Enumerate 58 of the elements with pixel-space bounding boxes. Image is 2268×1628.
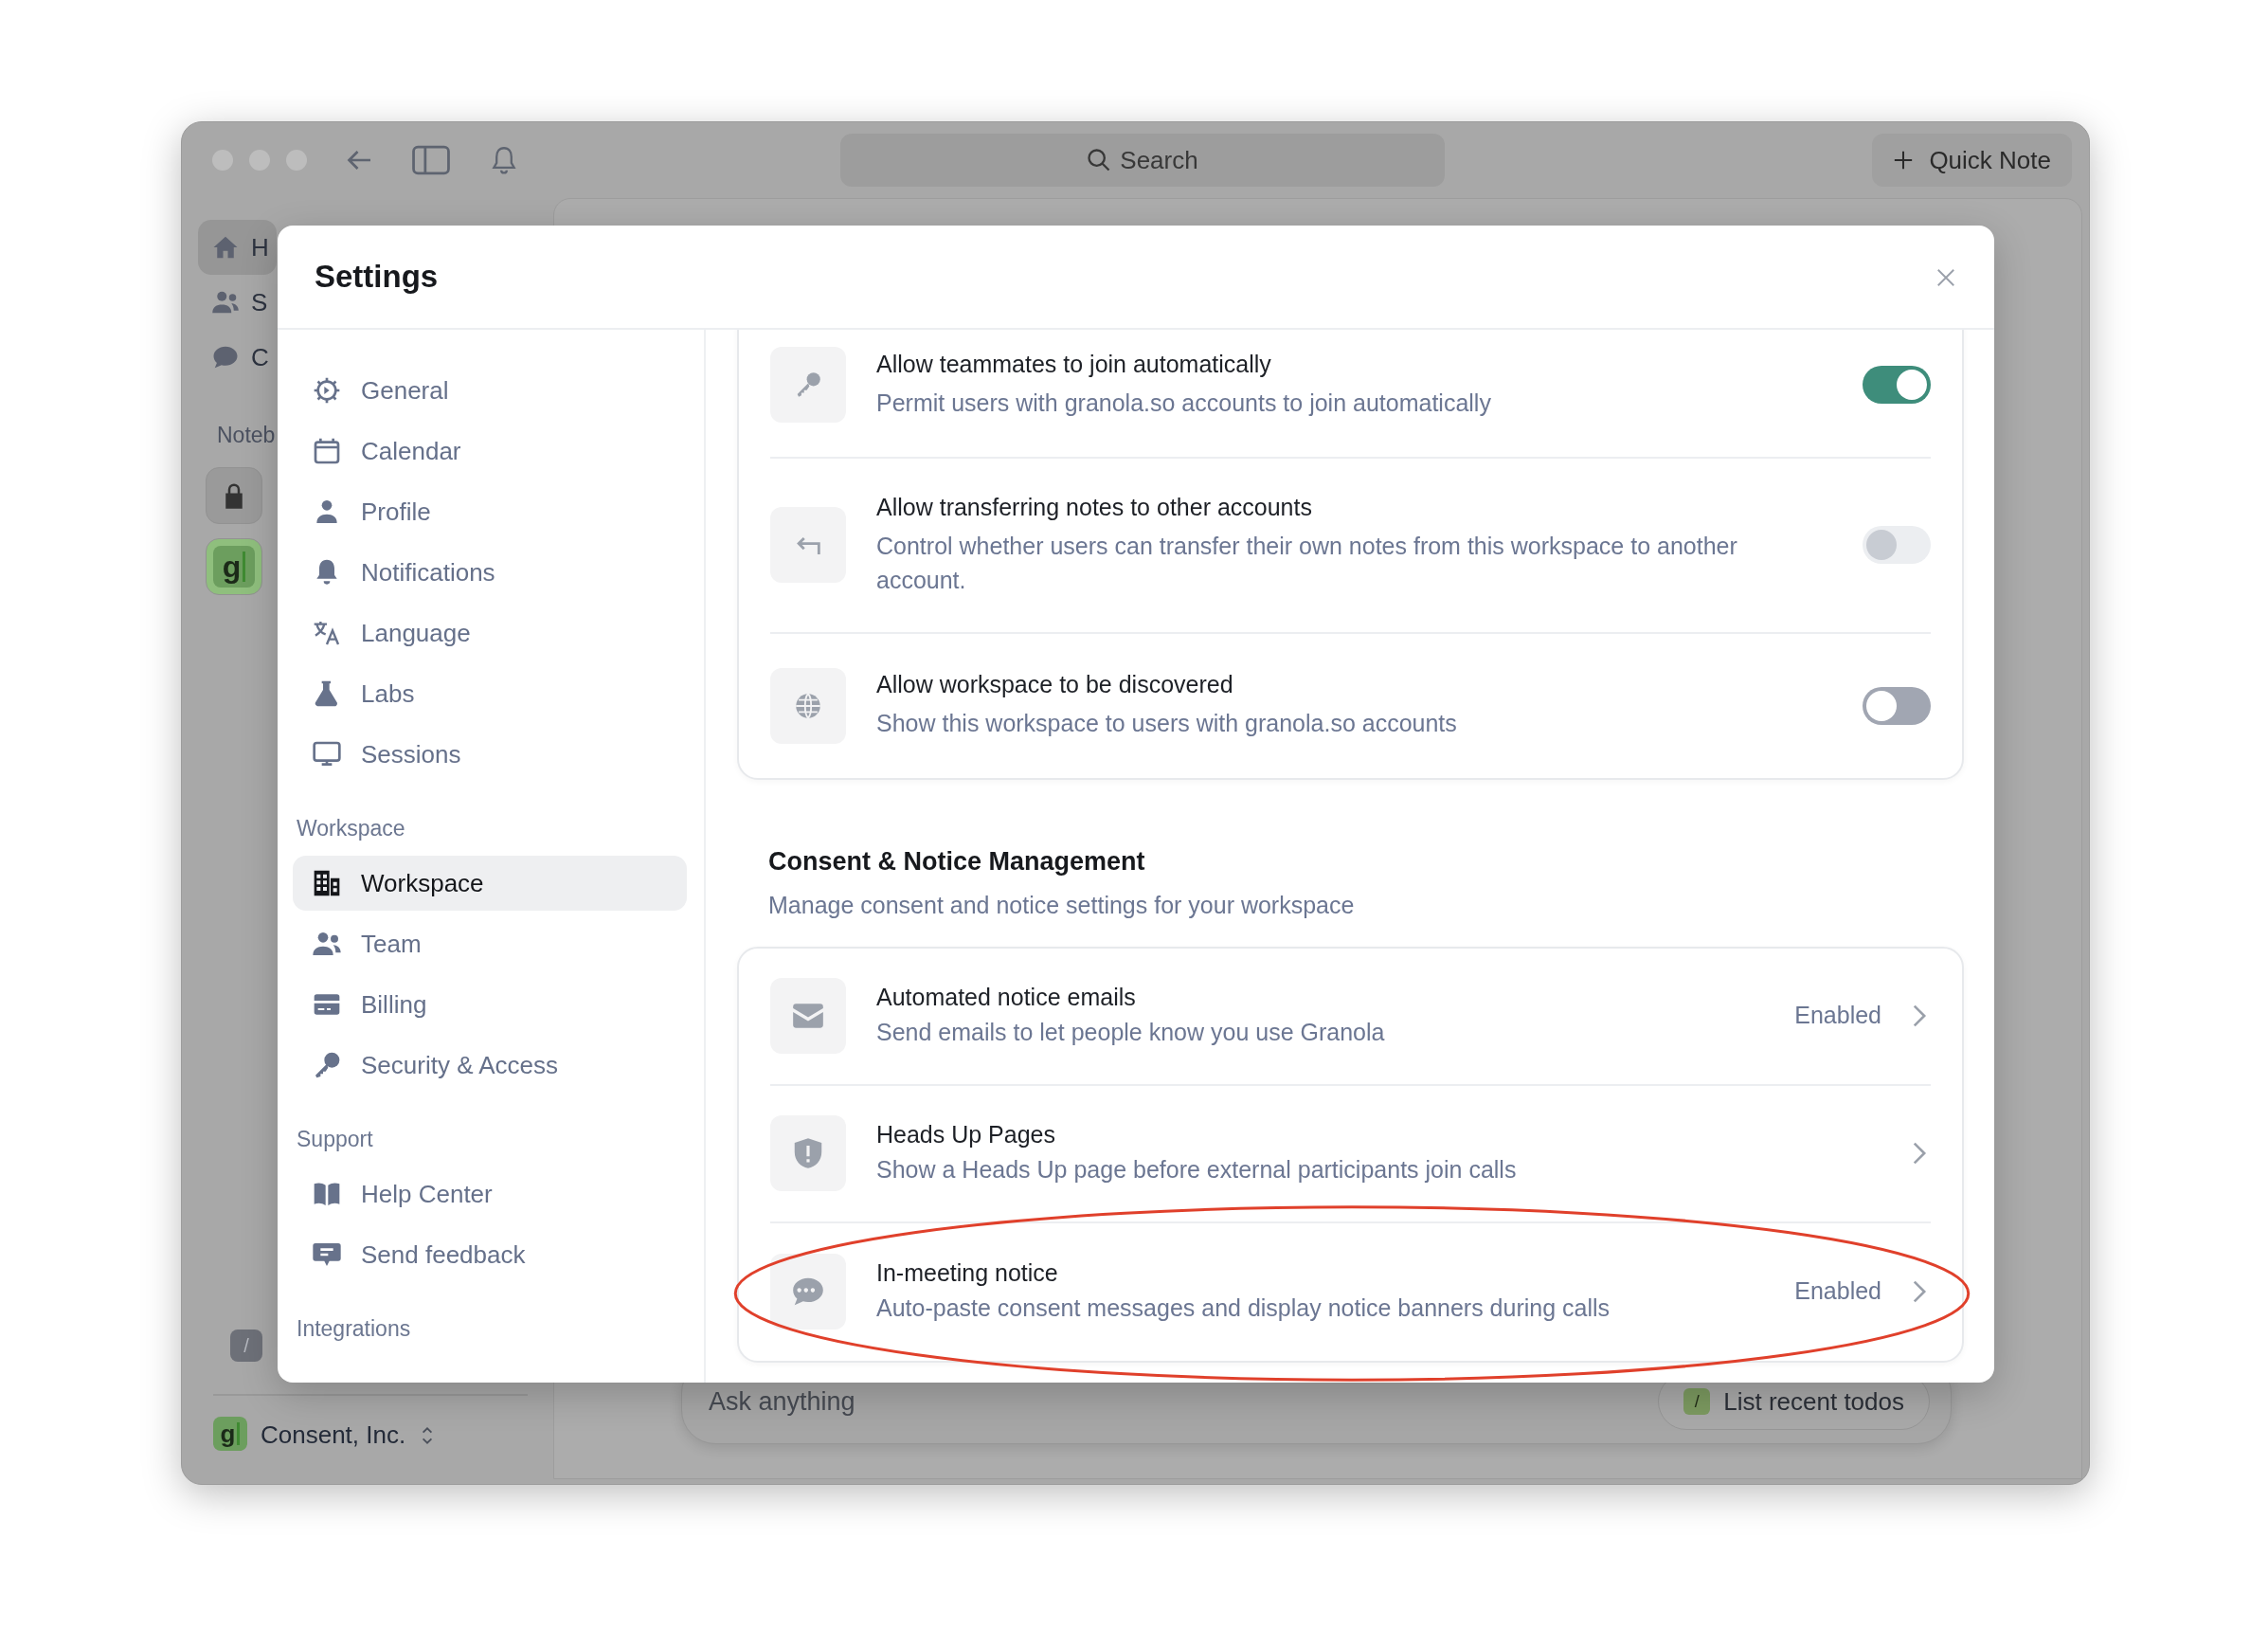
nav-item[interactable]: Labs — [293, 666, 687, 721]
nav-item[interactable]: Language — [293, 606, 687, 660]
section-heading: Noteb — [217, 422, 276, 449]
workspace-switcher[interactable]: Consent, Inc. — [261, 1417, 435, 1454]
search-bar[interactable]: Search — [839, 134, 1445, 187]
nav-item[interactable]: General — [293, 363, 687, 418]
setting-title: Allow workspace to be discovered — [876, 670, 1234, 699]
toggle-switch[interactable] — [1863, 366, 1931, 404]
setting-description: Show a Heads Up page before external participants join calls — [876, 1154, 1518, 1185]
close-icon — [1935, 266, 1956, 288]
toggle-switch[interactable] — [1863, 686, 1931, 725]
nav-item[interactable]: Security & Access — [293, 1038, 687, 1093]
setting-description: Send emails to let people know you use Granola — [876, 1017, 1386, 1047]
dialog-title: Settings — [315, 258, 439, 296]
chevron-right-icon[interactable] — [1912, 1141, 1927, 1166]
setting-title: Allow transferring notes to other accounts — [876, 493, 1313, 521]
nav-item[interactable]: Team — [293, 916, 687, 971]
setting-title[interactable]: Heads Up Pages — [876, 1119, 1881, 1149]
workspace-logo: g — [213, 1417, 247, 1451]
setting-title: Allow teammates to join automatically — [876, 349, 1272, 378]
nav-item[interactable]: Help Center — [293, 1167, 687, 1221]
nav-item[interactable]: Send feedback — [293, 1227, 687, 1282]
shortcut-key: / — [230, 1330, 262, 1362]
notebook-tile[interactable] — [206, 466, 262, 524]
nav-item[interactable]: Sessions — [293, 727, 687, 782]
notebook-tile[interactable]: g — [206, 537, 262, 595]
section-subtitle: Manage consent and notice settings for your workspace — [768, 891, 1356, 920]
setting-description: Show this workspace to users with granola.so accounts — [876, 709, 1458, 739]
setting-description: Control whether users can transfer their own notes from this workspace to another account. — [876, 532, 1738, 596]
chat-input[interactable]: Ask anything — [707, 1381, 1659, 1422]
logo: g — [213, 545, 255, 588]
gear-icon — [312, 375, 342, 406]
plus-icon — [1893, 150, 1915, 171]
setting-title[interactable]: Automated notice emails — [876, 982, 1765, 1011]
building-icon — [312, 868, 342, 898]
shortcut-key: / — [1683, 1388, 1711, 1415]
nav-item[interactable]: Profile — [293, 484, 687, 539]
nav-section-heading: Support — [297, 1125, 374, 1153]
nav-item[interactable]: Notifications — [293, 545, 687, 600]
nav-section-heading: Workspace — [297, 814, 406, 842]
setting-description: Auto-paste consent messages and display notice banners during calls — [876, 1293, 1611, 1323]
sidebar-item[interactable]: H — [198, 220, 277, 275]
nav-item[interactable]: Billing — [293, 977, 687, 1032]
calendar-icon — [312, 436, 342, 466]
sidebar-item[interactable]: S — [198, 275, 277, 330]
sidebar-toggle-icon[interactable] — [412, 145, 450, 175]
chevron-right-icon[interactable] — [1912, 1279, 1927, 1304]
nav-item[interactable]: Calendar — [293, 424, 687, 479]
nav-section-heading: Integrations — [297, 1314, 412, 1343]
chevron-right-icon[interactable] — [1912, 1004, 1927, 1028]
status-label: Enabled — [1794, 1001, 1881, 1031]
nav-item[interactable]: Workspace — [293, 856, 687, 911]
status-label: Enabled — [1794, 1276, 1881, 1307]
setting-description: Permit users with granola.so accounts to join automatically — [876, 388, 1492, 418]
quick-note-button[interactable]: Quick Note — [1872, 134, 2072, 187]
sidebar-item[interactable]: C — [198, 330, 277, 385]
section-title: Consent & Notice Management — [768, 845, 1146, 877]
setting-title[interactable]: In-meeting notice — [876, 1257, 1765, 1287]
